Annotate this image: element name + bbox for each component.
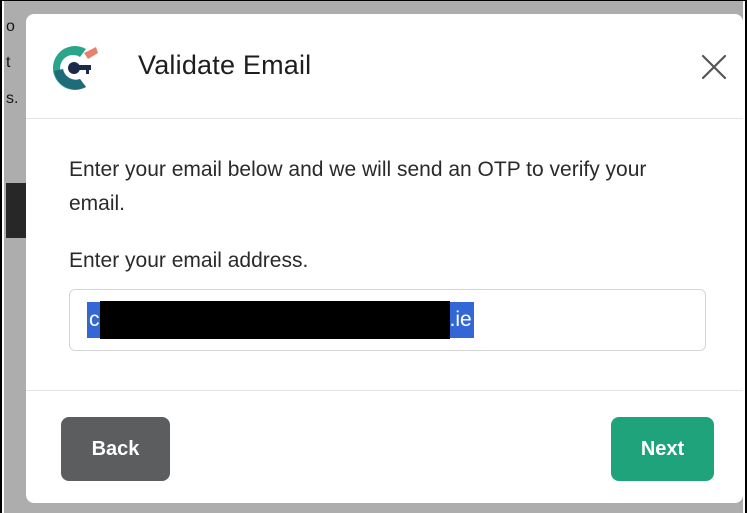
back-button[interactable]: Back [61,417,170,481]
email-value-end: .ie [449,308,472,331]
close-icon [701,54,727,80]
validate-email-dialog: Validate Email Enter your email below an… [26,14,743,503]
email-value-start: c [89,308,100,331]
dialog-header: Validate Email [26,14,743,119]
close-button[interactable] [697,50,731,84]
dialog-title: Validate Email [138,50,312,80]
redacted-block [99,301,450,339]
email-input-value: c .ie [87,301,474,339]
brand-logo-icon [46,39,104,97]
email-input[interactable]: c .ie [69,289,706,351]
next-button[interactable]: Next [611,417,714,481]
instruction-text: Enter your email below and we will send … [69,158,647,215]
dialog-footer: Back Next [26,392,743,503]
dialog-body: Enter your email below and we will send … [26,119,743,391]
email-field-label: Enter your email address. [69,249,309,272]
